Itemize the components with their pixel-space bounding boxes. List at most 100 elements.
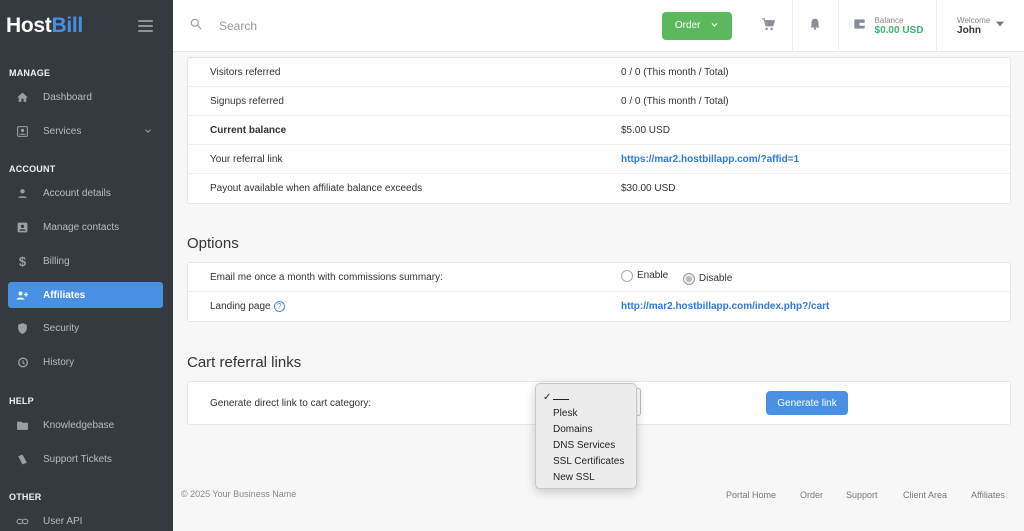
- bell-icon: [808, 17, 822, 34]
- enable-radio[interactable]: Enable: [621, 269, 668, 282]
- notifications-button[interactable]: [791, 0, 838, 52]
- landing-key: Landing page?: [210, 301, 621, 312]
- dropdown-option[interactable]: Plesk: [536, 405, 636, 421]
- tickets-icon: [16, 453, 29, 466]
- radio-off-icon: [621, 269, 633, 282]
- landing-page-link[interactable]: http://mar2.hostbillapp.com/index.php?/c…: [621, 301, 829, 312]
- cart-referral-title: Cart referral links: [187, 354, 302, 371]
- dropdown-option[interactable]: New SSL: [536, 469, 636, 485]
- menu-toggle-icon[interactable]: [138, 20, 153, 32]
- sidebar-item-label: Account details: [43, 187, 111, 199]
- stats-key: Visitors referred: [210, 66, 281, 78]
- sidebar: HostBill MANAGE Dashboard Services ACCOU…: [0, 0, 173, 531]
- user-menu[interactable]: Welcome John: [936, 0, 1024, 52]
- sidebar-item-history[interactable]: History: [8, 349, 163, 375]
- contacts-icon: [16, 221, 29, 234]
- dollar-icon: $: [18, 253, 27, 269]
- sidebar-item-security[interactable]: Security: [8, 315, 163, 341]
- sidebar-item-account-details[interactable]: Account details: [8, 180, 163, 206]
- balance-widget[interactable]: Balance $0.00 USD: [837, 0, 937, 52]
- sidebar-item-label: Billing: [43, 255, 70, 267]
- footer-link-support[interactable]: Support: [846, 490, 878, 500]
- chevron-down-icon: [710, 20, 719, 32]
- shield-icon: [16, 322, 29, 335]
- options-row-landing: Landing page? http://mar2.hostbillapp.co…: [188, 292, 1010, 321]
- sidebar-item-billing[interactable]: $ Billing: [8, 248, 163, 274]
- options-row-email: Email me once a month with commissions s…: [188, 263, 1010, 292]
- options-card: Email me once a month with commissions s…: [187, 262, 1011, 322]
- cart-icon: [761, 17, 776, 35]
- sidebar-item-label: Services: [43, 125, 82, 137]
- stats-row-balance: Current balance $5.00 USD: [188, 116, 1010, 145]
- disable-radio[interactable]: Disable: [682, 272, 733, 285]
- footer-link-portal-home[interactable]: Portal Home: [726, 490, 776, 500]
- sidebar-item-knowledgebase[interactable]: Knowledgebase: [8, 412, 163, 438]
- options-title: Options: [187, 235, 239, 252]
- home-icon: [16, 91, 29, 104]
- blank-option-dash: [553, 398, 569, 400]
- order-label: Order: [674, 20, 701, 31]
- logo[interactable]: HostBill: [6, 14, 83, 38]
- help-icon[interactable]: ?: [273, 301, 285, 312]
- sidebar-item-label: History: [43, 356, 75, 368]
- stats-key: Your referral link: [210, 153, 283, 165]
- footer-link-client-area[interactable]: Client Area: [903, 490, 947, 500]
- footer-link-affiliates[interactable]: Affiliates: [971, 490, 1005, 500]
- sidebar-item-dashboard[interactable]: Dashboard: [8, 84, 163, 110]
- sidebar-header: HostBill: [0, 0, 173, 52]
- referral-link[interactable]: https://mar2.hostbillapp.com/?affid=1: [621, 154, 799, 165]
- dropdown-option[interactable]: DNS Services: [536, 437, 636, 453]
- stats-key: Payout available when affiliate balance …: [210, 183, 423, 194]
- section-manage: MANAGE: [9, 68, 51, 78]
- section-account: ACCOUNT: [9, 164, 56, 174]
- check-icon: ✓: [543, 391, 552, 403]
- dropdown-option[interactable]: Domains: [536, 421, 636, 437]
- generate-link-button[interactable]: Generate link: [766, 391, 848, 415]
- sidebar-item-manage-contacts[interactable]: Manage contacts: [8, 214, 163, 240]
- section-help: HELP: [9, 396, 34, 406]
- radio-on-icon: [682, 272, 695, 285]
- sidebar-item-affiliates[interactable]: Affiliates: [8, 282, 163, 308]
- dropdown-option-blank[interactable]: ✓: [536, 389, 636, 405]
- stats-row-referral-link: Your referral link https://mar2.hostbilla…: [188, 145, 1010, 174]
- balance-value: $0.00 USD: [874, 24, 924, 36]
- email-option-label: Email me once a month with commissions s…: [210, 271, 443, 283]
- stats-row-signups: Signups referred 0 / 0 (This month / Tota…: [188, 87, 1010, 116]
- order-button[interactable]: Order: [662, 11, 733, 40]
- balance-label: Balance: [874, 15, 904, 25]
- email-radio-group: Enable Disable: [621, 269, 744, 285]
- sidebar-item-label: Affiliates: [43, 289, 86, 301]
- stats-value: $30.00 USD: [621, 183, 676, 194]
- stats-value: $5.00 USD: [621, 124, 670, 136]
- wallet-icon: [852, 17, 867, 34]
- search-input[interactable]: [219, 18, 619, 33]
- search-icon[interactable]: [189, 17, 203, 34]
- welcome-label: Welcome: [957, 15, 991, 25]
- footer-copyright: © 2025 Your Business Name: [181, 489, 297, 499]
- services-icon: [16, 125, 29, 138]
- dropdown-option[interactable]: SSL Certificates: [536, 453, 636, 469]
- disable-label: Disable: [698, 273, 733, 284]
- landing-label: Landing page: [210, 301, 271, 312]
- sidebar-item-services[interactable]: Services: [8, 118, 163, 144]
- user-icon: [16, 187, 29, 200]
- folder-icon: [16, 419, 29, 432]
- stats-row-visitors: Visitors referred 0 / 0 (This month / Tot…: [188, 58, 1010, 87]
- user-name: John: [957, 24, 981, 36]
- stats-key: Current balance: [210, 124, 287, 136]
- sidebar-item-support-tickets[interactable]: Support Tickets: [8, 446, 163, 472]
- affiliate-stats-card: Visitors referred 0 / 0 (This month / Tot…: [187, 57, 1011, 204]
- history-icon: [16, 356, 29, 369]
- section-other: OTHER: [9, 492, 42, 502]
- footer-link-order[interactable]: Order: [800, 490, 823, 500]
- cart-button[interactable]: [746, 0, 792, 52]
- sidebar-item-label: Support Tickets: [43, 453, 112, 465]
- sidebar-item-label: Security: [43, 322, 80, 334]
- stats-row-payout: Payout available when affiliate balance …: [188, 174, 1010, 203]
- caret-down-icon: [996, 18, 1005, 30]
- cart-category-dropdown[interactable]: ✓ Plesk Domains DNS Services SSL Certifi…: [535, 383, 637, 489]
- sidebar-item-user-api[interactable]: User API: [8, 508, 163, 531]
- stats-value: 0 / 0 (This month / Total): [621, 95, 729, 107]
- sidebar-item-label: Dashboard: [43, 91, 92, 103]
- search-bar: [173, 17, 658, 34]
